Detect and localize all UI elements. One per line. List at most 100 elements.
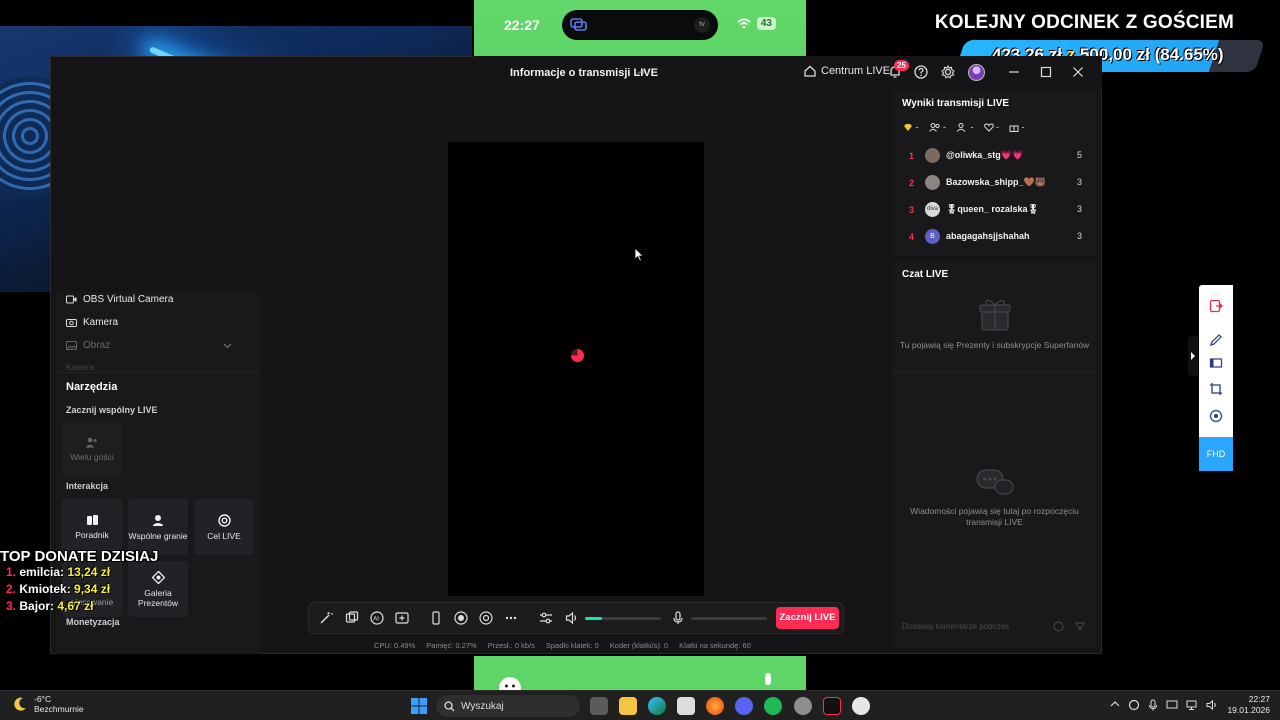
speaker-icon[interactable]: [565, 611, 579, 625]
sidebar-collapse-toggle[interactable]: [1188, 336, 1198, 376]
share-icon[interactable]: [634, 66, 646, 78]
send-icon[interactable]: [1075, 621, 1085, 631]
rank-username: Bazowska_shipp_🤎🐻: [946, 177, 1046, 187]
record-target-icon[interactable]: [1209, 409, 1223, 423]
source-obs-virtual-camera[interactable]: OBS Virtual Camera: [66, 294, 173, 305]
source-kamera[interactable]: Kamera: [66, 317, 118, 328]
file-explorer-icon[interactable]: [619, 697, 637, 715]
display-icon[interactable]: [1166, 699, 1178, 711]
results-title: Wyniki transmisji LIVE: [902, 98, 1010, 109]
source-kamera-secondary[interactable]: Kamera: [66, 363, 94, 372]
filter-gifts[interactable]: -: [1009, 122, 1025, 133]
windows-start-icon[interactable]: [410, 697, 428, 715]
ranking-row[interactable]: 1 @oliwka_stg💗💗 5: [893, 146, 1096, 168]
gifts-info-text: Tu pojawią się Prezenty i subskrypcje Su…: [899, 340, 1090, 350]
filter-likes[interactable]: -: [983, 122, 999, 132]
camera-icon: [66, 318, 77, 327]
clock-date: 19.01.2026: [1227, 705, 1270, 715]
svg-text:AI: AI: [373, 617, 379, 623]
gear-icon[interactable]: [941, 65, 955, 79]
microphone-icon[interactable]: [671, 611, 685, 625]
minimize-icon[interactable]: [1008, 66, 1020, 78]
screen-icon[interactable]: [1209, 356, 1223, 370]
source-label: Kamera: [83, 317, 119, 328]
pen-icon[interactable]: [1209, 333, 1223, 347]
taskbar-clock[interactable]: 22:27 19.01.2026: [1227, 694, 1270, 716]
crop-icon[interactable]: [1209, 382, 1223, 396]
add-source-icon[interactable]: [395, 611, 409, 625]
magic-wand-icon[interactable]: [319, 611, 333, 625]
audio-mixer-icon[interactable]: [539, 611, 553, 625]
dropped-frames-stat: Spadki klatek: 0: [545, 641, 599, 650]
weather-widget[interactable]: -6°C Bezchmurnie: [12, 694, 84, 714]
go-live-button[interactable]: Zacznij LIVE: [776, 607, 839, 629]
weather-temp: -6°C: [34, 694, 52, 704]
add-user-icon: [956, 123, 968, 132]
microphone-slider[interactable]: [691, 617, 767, 620]
ai-icon[interactable]: AI: [370, 611, 384, 625]
volume-slider[interactable]: [585, 617, 661, 620]
network-icon[interactable]: [1186, 699, 1198, 711]
layers-icon[interactable]: [345, 611, 359, 625]
filter-viewers[interactable]: -: [928, 122, 946, 132]
discord-icon[interactable]: [735, 697, 753, 715]
chevron-up-icon[interactable]: [1110, 699, 1120, 711]
system-tray: [1110, 699, 1218, 711]
chat-input[interactable]: Dodawaj komentarze podczas: [902, 622, 1009, 631]
source-label: OBS Virtual Camera: [83, 294, 174, 305]
clip-icon[interactable]: [479, 611, 493, 625]
exit-icon[interactable]: [1209, 299, 1223, 313]
taskbar-search[interactable]: Wyszukaj: [436, 695, 580, 717]
multi-guest-button[interactable]: Wielu gości: [62, 421, 122, 477]
volume-icon[interactable]: [1206, 699, 1218, 711]
donate-title: TOP DONATE DZISIAJ: [0, 548, 159, 565]
ranking-row[interactable]: 2 Bazowska_shipp_🤎🐻 3: [893, 173, 1096, 195]
ranking-row[interactable]: 3 diva 🎖queen_ rozalska🎖 3: [893, 200, 1096, 222]
wspolne-granie-button[interactable]: Wspólne granie: [128, 499, 188, 555]
rank-number: 1: [909, 151, 915, 161]
donor-entry: 3. Bajor: 4,67 zł: [6, 599, 93, 613]
emoji-icon[interactable]: [1053, 621, 1064, 632]
firefox-icon[interactable]: [706, 697, 724, 715]
more-options-icon[interactable]: [504, 611, 518, 625]
live-controls-toolbar: AI Zacznij LIVE: [308, 602, 844, 634]
record-icon[interactable]: [454, 611, 468, 625]
apple-tv-icon: tv: [694, 17, 710, 33]
close-icon[interactable]: [1072, 66, 1084, 78]
chat-bubbles-icon: [975, 468, 1015, 498]
rank-score: 5: [1076, 150, 1082, 160]
microphone-tray-icon[interactable]: [1148, 699, 1158, 711]
obs-icon[interactable]: [852, 697, 870, 715]
poradnik-button[interactable]: Poradnik: [62, 499, 122, 555]
sync-icon[interactable]: [1128, 699, 1140, 711]
chevron-down-icon[interactable]: [223, 343, 232, 349]
centrum-live-button[interactable]: Centrum LIVE: [804, 65, 890, 77]
donor-amount: 13,24 zł: [67, 565, 111, 579]
live-chat-panel: Czat LIVE Tu pojawią się Prezenty i subs…: [893, 262, 1096, 648]
quality-fhd-button[interactable]: FHD: [1199, 437, 1233, 471]
store-icon[interactable]: [677, 697, 695, 715]
ranking-row[interactable]: 4 B abagagahsjjshahah 3: [893, 227, 1096, 249]
cpu-stat: CPU: 0.49%: [374, 641, 416, 650]
phone-time: 22:27: [504, 17, 540, 33]
phone-orientation-icon[interactable]: [429, 611, 443, 625]
steam-icon[interactable]: [794, 697, 812, 715]
donor-name: Bajor:: [19, 599, 55, 613]
user-avatar[interactable]: [968, 64, 985, 81]
task-view-icon[interactable]: [590, 697, 608, 715]
rank-avatar: diva: [925, 202, 940, 217]
weather-desc: Bezchmurnie: [34, 704, 84, 714]
filter-followers[interactable]: -: [956, 122, 974, 132]
help-icon[interactable]: [914, 65, 928, 79]
home-icon: [804, 65, 816, 77]
cel-live-label: Cel LIVE: [207, 530, 241, 541]
edge-icon[interactable]: [648, 697, 666, 715]
cel-live-button[interactable]: Cel LIVE: [194, 499, 254, 555]
coop-section-label: Zacznij wspólny LIVE: [66, 405, 158, 415]
source-obraz[interactable]: Obraz: [66, 340, 110, 351]
centrum-live-label: Centrum LIVE: [821, 65, 891, 77]
maximize-icon[interactable]: [1040, 66, 1052, 78]
filter-diamond[interactable]: -: [903, 122, 919, 132]
tiktok-live-studio-icon[interactable]: [823, 697, 841, 715]
spotify-icon[interactable]: [764, 697, 782, 715]
